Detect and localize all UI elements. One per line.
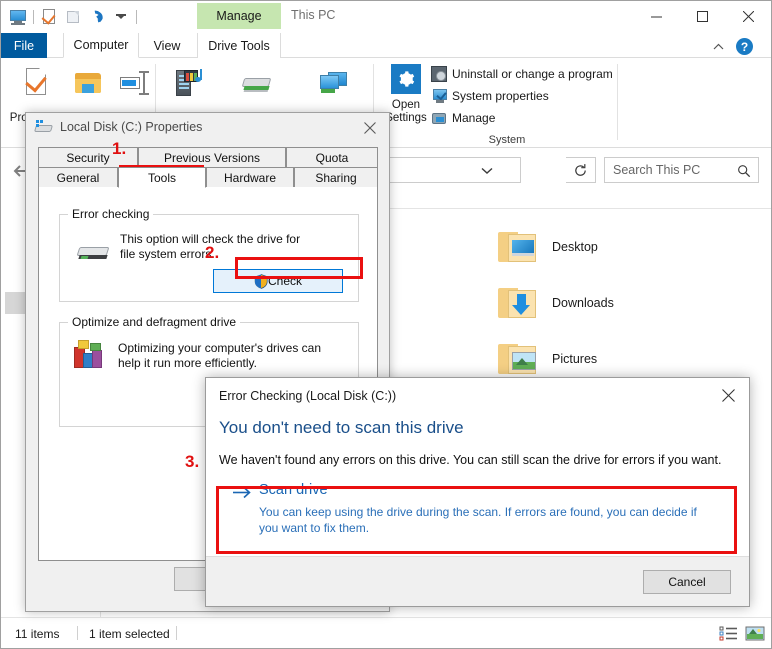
open-folder-icon xyxy=(72,67,104,99)
list-item-label: Downloads xyxy=(552,296,614,310)
status-bar: 11 items 1 item selected xyxy=(1,617,771,648)
tab-quota[interactable]: Quota xyxy=(286,147,378,168)
properties-icon[interactable] xyxy=(40,8,58,26)
ribbon-item-uninstall-program[interactable]: Uninstall or change a program xyxy=(431,64,613,84)
status-item-count: 11 items xyxy=(15,627,60,641)
close-icon[interactable] xyxy=(355,117,385,139)
window-controls xyxy=(633,1,771,31)
qat-divider-2 xyxy=(136,10,137,24)
list-item-label: Pictures xyxy=(552,352,598,366)
tab-view[interactable]: View xyxy=(141,33,193,58)
scan-drive-highlight xyxy=(216,486,737,554)
step-1-annotation: 1. xyxy=(112,139,127,158)
uninstall-program-icon xyxy=(431,66,447,82)
check-button-highlight xyxy=(235,257,363,279)
status-selection: 1 item selected xyxy=(89,627,170,641)
ribbon-item-system-properties[interactable]: System properties xyxy=(431,86,549,106)
status-divider-1 xyxy=(77,626,78,640)
properties-icon xyxy=(20,67,52,99)
cancel-button[interactable]: Cancel xyxy=(643,570,731,594)
list-item[interactable]: Downloads xyxy=(496,284,614,322)
error-checking-subtext: We haven't found any errors on this driv… xyxy=(219,453,722,467)
list-item-label: Desktop xyxy=(552,240,598,254)
properties-title-bar: Local Disk (C:) Properties xyxy=(26,113,389,143)
title-bar: Manage This PC xyxy=(1,1,771,33)
local-disk-icon xyxy=(33,120,54,136)
quick-access-toolbar xyxy=(9,6,137,28)
close-button[interactable] xyxy=(725,1,771,31)
defragment-icon xyxy=(72,339,106,369)
refresh-icon[interactable] xyxy=(566,157,596,183)
window-title: This PC xyxy=(291,8,336,22)
computer-management-icon xyxy=(431,110,447,126)
chevron-down-icon[interactable] xyxy=(481,164,493,178)
step-3-annotation: 3. xyxy=(185,452,200,471)
system-properties-icon xyxy=(431,88,447,104)
properties-dialog-title: Local Disk (C:) Properties xyxy=(60,120,203,134)
gear-icon xyxy=(391,64,421,94)
status-divider-2 xyxy=(176,626,177,640)
this-pc-icon[interactable] xyxy=(9,8,27,26)
ribbon-group-system: Open Settings Uninstall or change a prog… xyxy=(377,58,615,148)
list-item[interactable]: Pictures xyxy=(496,340,597,378)
error-checking-caption: Error checking xyxy=(68,207,154,221)
optimize-caption: Optimize and defragment drive xyxy=(68,315,241,329)
ribbon-group-label: System xyxy=(488,134,526,146)
ribbon-divider-3 xyxy=(617,64,618,140)
pictures-folder-icon xyxy=(496,340,538,378)
minimize-button[interactable] xyxy=(633,1,679,31)
list-item[interactable]: Desktop xyxy=(496,228,598,266)
tab-general[interactable]: General xyxy=(38,167,118,188)
search-placeholder: Search This PC xyxy=(613,163,701,177)
ribbon-item-label: Uninstall or change a program xyxy=(452,67,613,81)
tab-sharing[interactable]: Sharing xyxy=(294,167,378,188)
tab-tools[interactable]: Tools xyxy=(118,167,206,188)
tab-file[interactable]: File xyxy=(1,33,47,58)
tab-drive-tools[interactable]: Drive Tools xyxy=(197,33,281,58)
ribbon-item-label: System properties xyxy=(452,89,549,103)
search-input[interactable]: Search This PC xyxy=(604,157,759,183)
error-checking-heading: You don't need to scan this drive xyxy=(219,418,464,437)
new-folder-icon[interactable] xyxy=(64,8,82,26)
search-icon[interactable] xyxy=(737,164,751,181)
optimize-text: Optimizing your computer's drives can he… xyxy=(118,341,322,370)
ribbon-item-label: Manage xyxy=(452,111,496,125)
contextual-tab-group-manage: Manage xyxy=(197,3,281,29)
qat-divider xyxy=(33,10,34,24)
desktop-folder-icon xyxy=(496,228,538,266)
close-icon[interactable] xyxy=(711,382,745,408)
ribbon-item-manage[interactable]: Manage xyxy=(431,108,495,128)
properties-tab-control: Security Previous Versions Quota General… xyxy=(38,147,378,188)
chevron-up-icon[interactable] xyxy=(709,37,727,55)
tab-hardware[interactable]: Hardware xyxy=(206,167,294,188)
maximize-button[interactable] xyxy=(679,1,725,31)
large-icons-view-icon[interactable] xyxy=(745,625,765,642)
map-network-drive-icon xyxy=(241,67,273,99)
access-media-icon xyxy=(174,67,206,99)
error-checking-dialog-title: Error Checking (Local Disk (C:)) xyxy=(219,389,397,403)
tab-computer[interactable]: Computer xyxy=(63,33,139,58)
ribbon-tab-strip: File Computer View Drive Tools ? xyxy=(1,33,771,58)
downloads-folder-icon xyxy=(496,284,538,322)
hard-drive-icon xyxy=(76,243,112,263)
help-icon[interactable]: ? xyxy=(736,38,753,55)
add-network-location-icon xyxy=(318,67,350,99)
details-view-icon[interactable] xyxy=(719,625,739,642)
step-2-annotation: 2. xyxy=(205,243,220,262)
redo-icon[interactable] xyxy=(88,8,106,26)
error-checking-footer: Cancel xyxy=(206,556,749,606)
customize-qat-icon[interactable] xyxy=(112,8,130,26)
rename-icon xyxy=(118,67,150,99)
